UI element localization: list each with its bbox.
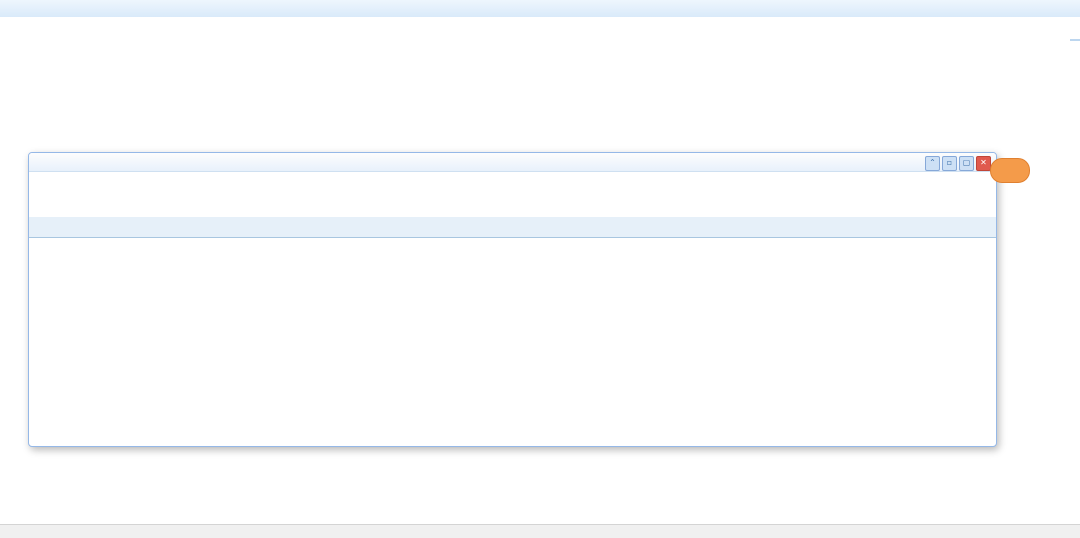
close-icon[interactable]: ✕: [976, 156, 991, 171]
status-bar: [0, 524, 1080, 538]
tab-bar: [0, 0, 1080, 18]
bom-table: [31, 239, 994, 439]
count-badge: [990, 158, 1030, 183]
popup-title: [29, 153, 996, 172]
popup-window-buttons: ⌃ ▫ ▢ ✕: [925, 156, 991, 171]
collapse-icon[interactable]: ⌃: [925, 156, 940, 171]
toolbar: [0, 17, 1080, 41]
popup-tab-bar: [29, 217, 996, 238]
aps-scheduling-app: ⌃ ▫ ▢ ✕: [0, 0, 1080, 538]
work-center-table: [0, 39, 247, 150]
gantt-chart[interactable]: [246, 39, 1070, 150]
minimize-icon[interactable]: ▫: [942, 156, 957, 171]
maximize-icon[interactable]: ▢: [959, 156, 974, 171]
work-order-detail-popup: ⌃ ▫ ▢ ✕: [28, 152, 997, 447]
